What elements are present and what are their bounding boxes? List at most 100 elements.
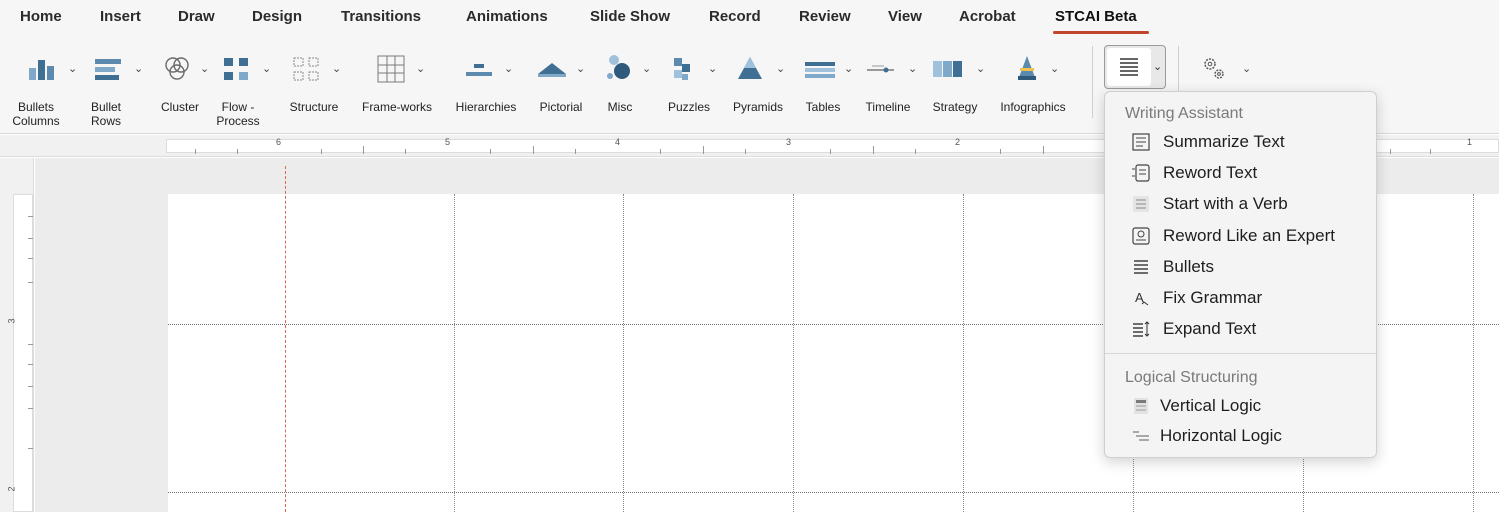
misc-button[interactable]: ⌄ Misc <box>598 46 658 132</box>
ruler-tick <box>321 149 322 154</box>
tables-button[interactable]: ⌄ Tables <box>798 46 858 132</box>
bullet-rows-label2: Rows <box>90 114 121 128</box>
ruler-number: 3 <box>786 137 792 147</box>
menu-item-expand-text[interactable]: Expand Text <box>1131 317 1367 343</box>
strategy-button[interactable]: ⌄ Strategy <box>926 46 990 132</box>
tab-record[interactable]: Record <box>709 8 761 25</box>
vruler-tick <box>28 364 33 365</box>
menu-item-vertical-logic[interactable]: Vertical Logic <box>1131 394 1367 420</box>
frameworks-label: Frame-works <box>361 100 432 114</box>
tab-insert[interactable]: Insert <box>100 8 141 25</box>
misc-icon <box>607 55 630 79</box>
menu-item-label: Summarize Text <box>1163 132 1285 151</box>
active-tab-indicator <box>1053 31 1149 34</box>
chevron-down-icon[interactable]: ⌄ <box>200 62 209 75</box>
writing-assistant-button[interactable]: ⌄ <box>1104 45 1166 89</box>
tab-design[interactable]: Design <box>252 8 302 25</box>
ruler-tick <box>660 149 661 154</box>
tab-stcai-beta[interactable]: STCAI Beta <box>1055 8 1137 25</box>
strategy-label: Strategy <box>932 100 978 114</box>
tab-draw[interactable]: Draw <box>178 8 215 25</box>
puzzles-icon <box>674 58 690 80</box>
chevron-down-icon[interactable]: ⌄ <box>908 62 917 75</box>
bullets-columns-button[interactable]: ⌄ Bullets Columns <box>12 46 82 132</box>
grid-guide <box>623 194 624 512</box>
grammar-icon: A <box>1135 290 1149 306</box>
summarize-icon <box>1132 133 1150 151</box>
bullets-columns-icon <box>29 60 54 80</box>
vruler-tick <box>28 344 33 345</box>
reword-icon <box>1132 164 1150 182</box>
menu-item-label: Expand Text <box>1163 319 1257 338</box>
tab-view[interactable]: View <box>888 8 922 25</box>
chevron-down-icon[interactable]: ⌄ <box>262 62 271 75</box>
frameworks-icon <box>377 55 405 83</box>
text-lines-icon <box>1120 58 1138 76</box>
tab-animations[interactable]: Animations <box>466 8 548 25</box>
ruler-tick <box>575 149 576 154</box>
menu-item-fix-grammar[interactable]: A Fix Grammar <box>1131 286 1367 312</box>
menu-item-label: Bullets <box>1163 257 1215 276</box>
chevron-down-icon[interactable]: ⌄ <box>642 62 651 75</box>
chevron-down-icon[interactable]: ⌄ <box>576 62 585 75</box>
vruler-tick <box>28 258 33 259</box>
ruler-tick <box>915 149 916 154</box>
tab-slide-show[interactable]: Slide Show <box>590 8 670 25</box>
chevron-down-icon[interactable]: ⌄ <box>504 62 513 75</box>
infographics-label: Infographics <box>1000 100 1066 114</box>
tab-acrobat[interactable]: Acrobat <box>959 8 1016 25</box>
chevron-down-icon[interactable]: ⌄ <box>844 62 853 75</box>
menu-item-bullets[interactable]: Bullets <box>1131 255 1367 281</box>
cluster-button[interactable]: ⌄ Cluster <box>158 46 214 132</box>
timeline-button[interactable]: ⌄ Timeline <box>860 46 924 132</box>
hierarchies-button[interactable]: ⌄ Hierarchies <box>448 46 524 132</box>
vruler-tick <box>28 386 33 387</box>
menu-item-reword-text[interactable]: Reword Text <box>1131 161 1367 187</box>
pictorial-label: Pictorial <box>539 100 583 114</box>
chevron-down-icon[interactable]: ⌄ <box>1153 48 1163 86</box>
vruler-tick <box>28 448 33 449</box>
chevron-down-icon[interactable]: ⌄ <box>1050 62 1059 75</box>
chevron-down-icon[interactable]: ⌄ <box>416 62 425 75</box>
tab-transitions[interactable]: Transitions <box>341 8 421 25</box>
chevron-down-icon[interactable]: ⌄ <box>976 62 985 75</box>
vruler-tick <box>28 408 33 409</box>
timeline-icon <box>867 65 894 73</box>
ruler-tick <box>195 149 196 154</box>
tables-label: Tables <box>805 100 841 114</box>
ribbon-tab-bar: Home Insert Draw Design Transitions Anim… <box>0 0 1499 38</box>
chevron-down-icon[interactable]: ⌄ <box>68 62 77 75</box>
menu-item-horizontal-logic[interactable]: Horizontal Logic <box>1131 424 1367 450</box>
menu-item-summarize-text[interactable]: Summarize Text <box>1131 130 1367 156</box>
timeline-label: Timeline <box>865 100 911 114</box>
verb-icon <box>1133 196 1149 212</box>
structure-button[interactable]: ⌄ Structure <box>284 46 348 132</box>
ruler-tick <box>405 149 406 154</box>
ruler-tick <box>873 146 874 154</box>
pictorial-icon <box>538 63 566 77</box>
vertical-ruler[interactable]: 3 2 <box>0 158 34 512</box>
vruler-tick <box>28 238 33 239</box>
flow-process-button[interactable]: ⌄ Flow - Process <box>216 46 276 132</box>
ribbon-separator <box>1092 46 1093 118</box>
chevron-down-icon[interactable]: ⌄ <box>708 62 717 75</box>
structure-icon <box>293 57 319 81</box>
chevron-down-icon[interactable]: ⌄ <box>134 62 143 75</box>
ruler-tick <box>1390 149 1391 154</box>
menu-item-start-with-verb[interactable]: Start with a Verb <box>1131 192 1367 218</box>
cluster-label: Cluster <box>160 100 199 114</box>
frameworks-button[interactable]: ⌄ Frame-works <box>360 46 440 132</box>
ruler-number: 5 <box>445 137 451 147</box>
menu-item-reword-like-expert[interactable]: Reword Like an Expert <box>1131 224 1367 250</box>
chevron-down-icon[interactable]: ⌄ <box>332 62 341 75</box>
chevron-down-icon[interactable]: ⌄ <box>776 62 785 75</box>
tab-home[interactable]: Home <box>20 8 62 25</box>
pyramids-button[interactable]: ⌄ Pyramids <box>728 46 794 132</box>
bullet-rows-button[interactable]: ⌄ Bullet Rows <box>88 46 148 132</box>
infographics-button[interactable]: ⌄ Infographics <box>992 46 1072 132</box>
puzzles-button[interactable]: ⌄ Puzzles <box>662 46 724 132</box>
ruler-number: 2 <box>955 137 961 147</box>
chevron-down-icon[interactable]: ⌄ <box>1242 62 1251 75</box>
pictorial-button[interactable]: ⌄ Pictorial <box>530 46 596 132</box>
tab-review[interactable]: Review <box>799 8 851 25</box>
